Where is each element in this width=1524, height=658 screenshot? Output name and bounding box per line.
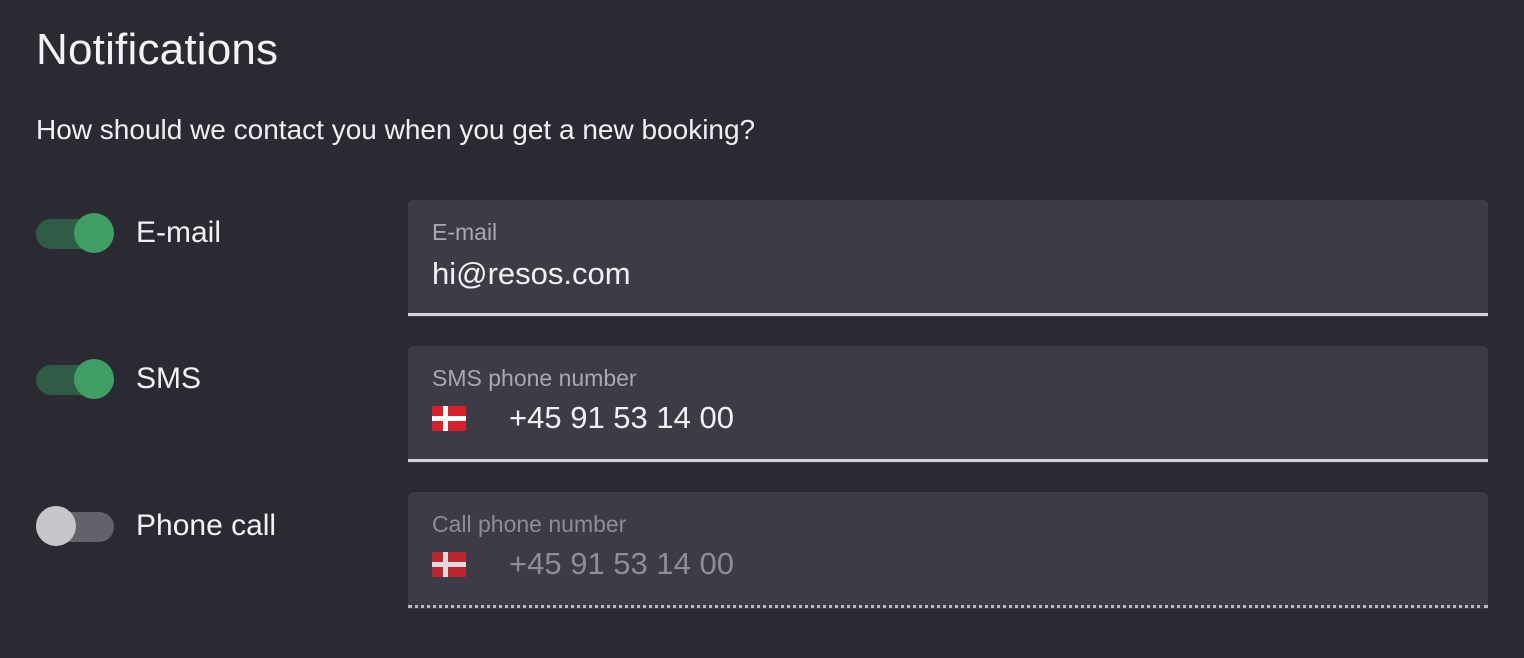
call-phone-number-value: +45 91 53 14 00 (509, 546, 734, 581)
call-phone-field-underline (408, 605, 1488, 608)
sms-phone-field-label: SMS phone number (432, 365, 637, 391)
toggle-group-sms[interactable]: SMS (36, 359, 201, 399)
flag-cross-horizontal (432, 415, 466, 421)
toggle-phone-call[interactable] (36, 506, 114, 546)
page-subtitle: How should we contact you when you get a… (36, 114, 756, 145)
denmark-flag-icon (432, 551, 466, 577)
email-field-underline (408, 313, 1488, 316)
toggle-sms[interactable] (36, 359, 114, 399)
call-phone-field-label: Call phone number (432, 511, 627, 537)
page-title: Notifications (36, 25, 279, 74)
sms-phone-value-row[interactable]: +45 91 53 14 00 (432, 398, 734, 438)
toggle-knob (74, 213, 114, 253)
email-field[interactable]: E-mail hi@resos.com (408, 200, 1488, 317)
call-phone-value-row: +45 91 53 14 00 (432, 544, 734, 584)
notifications-settings-page: Notifications How should we contact you … (0, 0, 1524, 658)
toggle-label-email: E-mail (136, 216, 222, 249)
toggle-email[interactable] (36, 213, 114, 253)
toggle-group-phone-call[interactable]: Phone call (36, 506, 276, 546)
flag-cross-vertical (443, 551, 448, 577)
email-field-value[interactable]: hi@resos.com (432, 255, 631, 293)
toggle-label-phone-call: Phone call (136, 509, 277, 542)
flag-cross-vertical (443, 405, 448, 431)
flag-cross-horizontal (432, 561, 466, 567)
sms-phone-field[interactable]: SMS phone number +45 91 53 14 00 (408, 346, 1488, 463)
toggle-label-sms: SMS (136, 362, 202, 395)
sms-phone-field-underline (408, 459, 1488, 462)
toggle-knob (74, 359, 114, 399)
call-phone-field[interactable]: Call phone number +45 91 53 14 00 (408, 492, 1488, 609)
toggle-group-email[interactable]: E-mail (36, 213, 221, 253)
sms-phone-number-value[interactable]: +45 91 53 14 00 (509, 398, 734, 438)
email-field-label: E-mail (432, 219, 498, 245)
denmark-flag-icon[interactable] (432, 405, 466, 431)
toggle-knob (36, 506, 76, 546)
